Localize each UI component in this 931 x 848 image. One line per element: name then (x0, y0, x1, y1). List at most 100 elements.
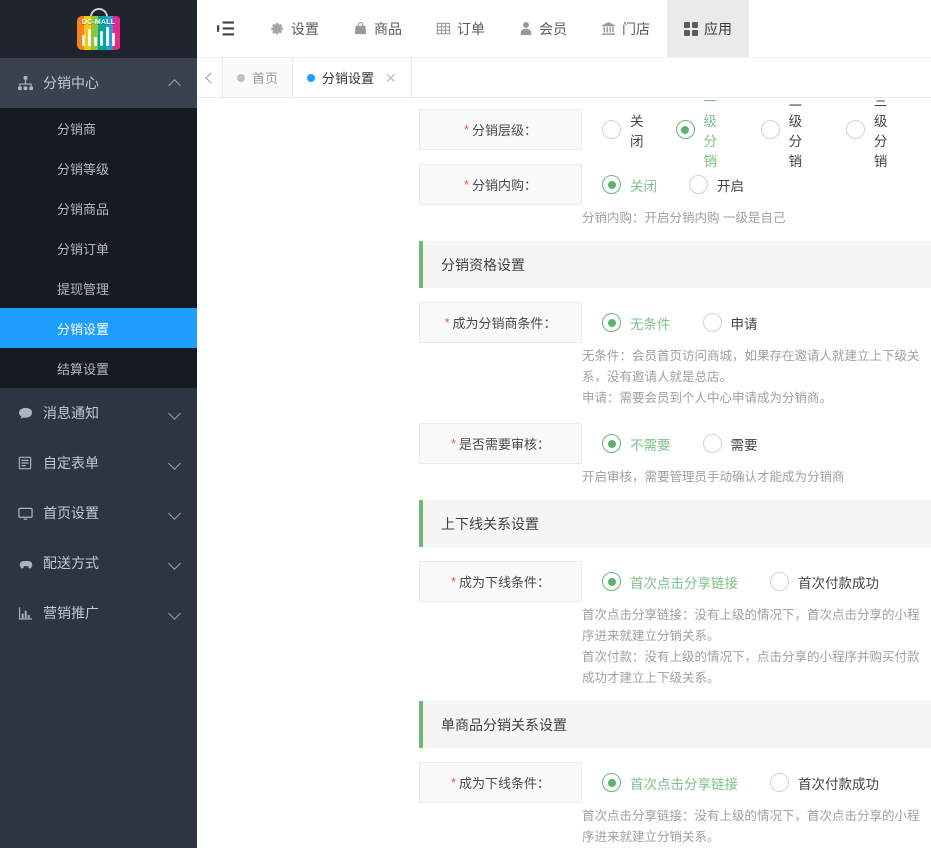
form-row-internal-purchase: * 分销内购 ： 关闭 开启 (197, 164, 931, 205)
page-tab-distribution-settings[interactable]: 分销设置 ✕ (293, 58, 412, 97)
label-colon: ： (543, 316, 557, 331)
main-area: 设置 商品 订单 会员 门店 应用 首页 分销设置 ✕ * 分销层级 ： 关闭 … (197, 0, 931, 848)
form-label-text: 是否需要审核 (459, 437, 538, 452)
radio-label: 首次付款成功 (798, 776, 879, 792)
label-colon: ： (537, 575, 551, 590)
radio-apply[interactable]: 申请 (702, 313, 758, 333)
radio-level-one[interactable]: 一级分销 (675, 98, 729, 170)
sidebar-group-label: 分销中心 (43, 75, 99, 91)
radio-first-click-share[interactable]: 首次点击分享链接 (602, 572, 738, 592)
radio-label: 不需要 (630, 437, 671, 453)
sidebar-group-shipping[interactable]: 配送方式 (0, 538, 197, 588)
radio-level-off[interactable]: 关闭 (602, 110, 644, 150)
apps-icon (684, 21, 698, 36)
form-label-text: 分销内购 (472, 178, 525, 193)
sidebar-group-label: 首页设置 (43, 505, 99, 521)
radio-level-three[interactable]: 三级分销 (845, 98, 899, 170)
sidebar-item-distribution-settings[interactable]: 分销设置 (0, 308, 197, 348)
radio-circle-icon (602, 175, 621, 194)
tab-members[interactable]: 会员 (502, 0, 584, 57)
form-control: 首次点击分享链接 首次付款成功 (582, 762, 931, 803)
radio-circle-icon (602, 313, 621, 332)
sidebar-item-settlement-settings[interactable]: 结算设置 (0, 348, 197, 388)
radio-no-condition[interactable]: 无条件 (602, 313, 671, 333)
page-tab-label: 首页 (252, 71, 279, 86)
form-icon (18, 456, 40, 470)
required-mark: * (463, 177, 470, 192)
radio-circle-icon (760, 120, 780, 139)
logo-area[interactable]: DC-MALL (0, 0, 197, 58)
radio-label: 关闭 (630, 113, 644, 149)
sidebar-item-withdraw[interactable]: 提现管理 (0, 268, 197, 308)
radio-internal-off[interactable]: 关闭 (602, 175, 657, 195)
app-root: DC-MALL 分销中心 分销商 分销等级 分销商品 分销订单 提现管理 分销设… (0, 0, 931, 848)
tab-apps[interactable]: 应用 (667, 0, 749, 57)
top-nav-items: 设置 商品 订单 会员 门店 应用 (253, 0, 749, 57)
user-icon (519, 21, 533, 36)
tab-settings[interactable]: 设置 (253, 0, 336, 57)
radio-label: 首次点击分享链接 (630, 776, 738, 792)
form-row-need-review: * 是否需要审核 ： 不需要 需要 (197, 423, 931, 464)
list-indent-icon[interactable] (197, 0, 253, 57)
form-help-text: 申请：需要会员到个人中心申请成为分销商。 (582, 391, 833, 405)
form-row-distribution-level: * 分销层级 ： 关闭 一级分销 二级分销 三级分销 (197, 98, 931, 169)
settings-form: * 分销层级 ： 关闭 一级分销 二级分销 三级分销 * 分销内购 ： 关闭 开… (197, 98, 931, 848)
top-nav-label: 订单 (457, 20, 485, 37)
page-tab-home[interactable]: 首页 (223, 58, 294, 97)
sidebar-group-custom-form[interactable]: 自定表单 (0, 438, 197, 488)
chevron-down-icon[interactable] (169, 407, 181, 419)
tab-stores[interactable]: 门店 (584, 0, 667, 57)
sidebar-item-label: 分销等级 (57, 161, 110, 177)
chevron-down-icon[interactable] (169, 457, 181, 469)
radio-label: 三级分销 (873, 98, 888, 169)
comment-icon (18, 406, 40, 421)
sidebar-group-marketing[interactable]: 营销推广 (0, 588, 197, 638)
radio-single-first-click-share[interactable]: 首次点击分享链接 (602, 773, 738, 793)
label-colon: ： (537, 437, 551, 452)
radio-circle-icon (845, 120, 865, 139)
radio-circle-icon (602, 773, 621, 792)
required-mark: * (450, 775, 457, 790)
form-help-text: 开启审核，需要管理员手动确认才能成为分销商 (582, 470, 845, 484)
form-label: * 是否需要审核 ： (419, 423, 582, 464)
chart-bar-icon (18, 606, 40, 621)
chevron-down-icon[interactable] (169, 557, 181, 569)
form-label: * 分销内购 ： (419, 164, 582, 205)
sidebar-item-orders[interactable]: 分销订单 (0, 228, 197, 268)
sidebar-item-label: 分销订单 (57, 241, 110, 257)
sidebar-item-label: 分销商品 (57, 201, 110, 217)
radio-first-payment[interactable]: 首次付款成功 (770, 572, 879, 592)
required-mark: * (463, 122, 470, 137)
form-label: * 分销层级 ： (419, 109, 582, 150)
sidebar-item-goods[interactable]: 分销商品 (0, 188, 197, 228)
form-label-text: 成为分销商条件 (452, 316, 544, 331)
page-tab-label: 分销设置 (322, 71, 375, 86)
close-icon[interactable]: ✕ (385, 71, 397, 85)
tab-products[interactable]: 商品 (336, 0, 419, 57)
sidebar-item-level[interactable]: 分销等级 (0, 148, 197, 188)
sidebar-group-homepage-settings[interactable]: 首页设置 (0, 488, 197, 538)
radio-no-review[interactable]: 不需要 (602, 434, 671, 454)
top-nav-label: 设置 (291, 20, 319, 37)
sidebar: DC-MALL 分销中心 分销商 分销等级 分销商品 分销订单 提现管理 分销设… (0, 0, 197, 848)
section-header-upline-downline: 上下线关系设置 (419, 500, 931, 547)
radio-circle-icon (702, 313, 722, 332)
truck-icon (18, 555, 40, 571)
radio-internal-on[interactable]: 开启 (689, 175, 744, 195)
chevron-down-icon[interactable] (169, 507, 181, 519)
radio-single-first-payment[interactable]: 首次付款成功 (770, 773, 879, 793)
form-help-group: 首次点击分享链接：没有上级的情况下，首次点击分享的小程序进来就建立分销关系。 首… (582, 602, 931, 689)
form-label-text: 分销层级 (472, 123, 525, 138)
sidebar-item-distributor[interactable]: 分销商 (0, 108, 197, 148)
chevron-down-icon[interactable] (169, 607, 181, 619)
tab-orders[interactable]: 订单 (419, 0, 502, 57)
sidebar-group-distribution[interactable]: 分销中心 (0, 58, 197, 108)
radio-circle-icon (675, 120, 695, 139)
chevron-up-icon[interactable] (169, 77, 181, 89)
radio-need-review[interactable]: 需要 (702, 434, 758, 454)
sidebar-group-label: 消息通知 (43, 405, 99, 421)
sidebar-group-label: 自定表单 (43, 455, 99, 471)
sidebar-group-notifications[interactable]: 消息通知 (0, 388, 197, 438)
chevron-left-icon[interactable] (197, 58, 223, 97)
radio-level-two[interactable]: 二级分销 (760, 98, 814, 170)
